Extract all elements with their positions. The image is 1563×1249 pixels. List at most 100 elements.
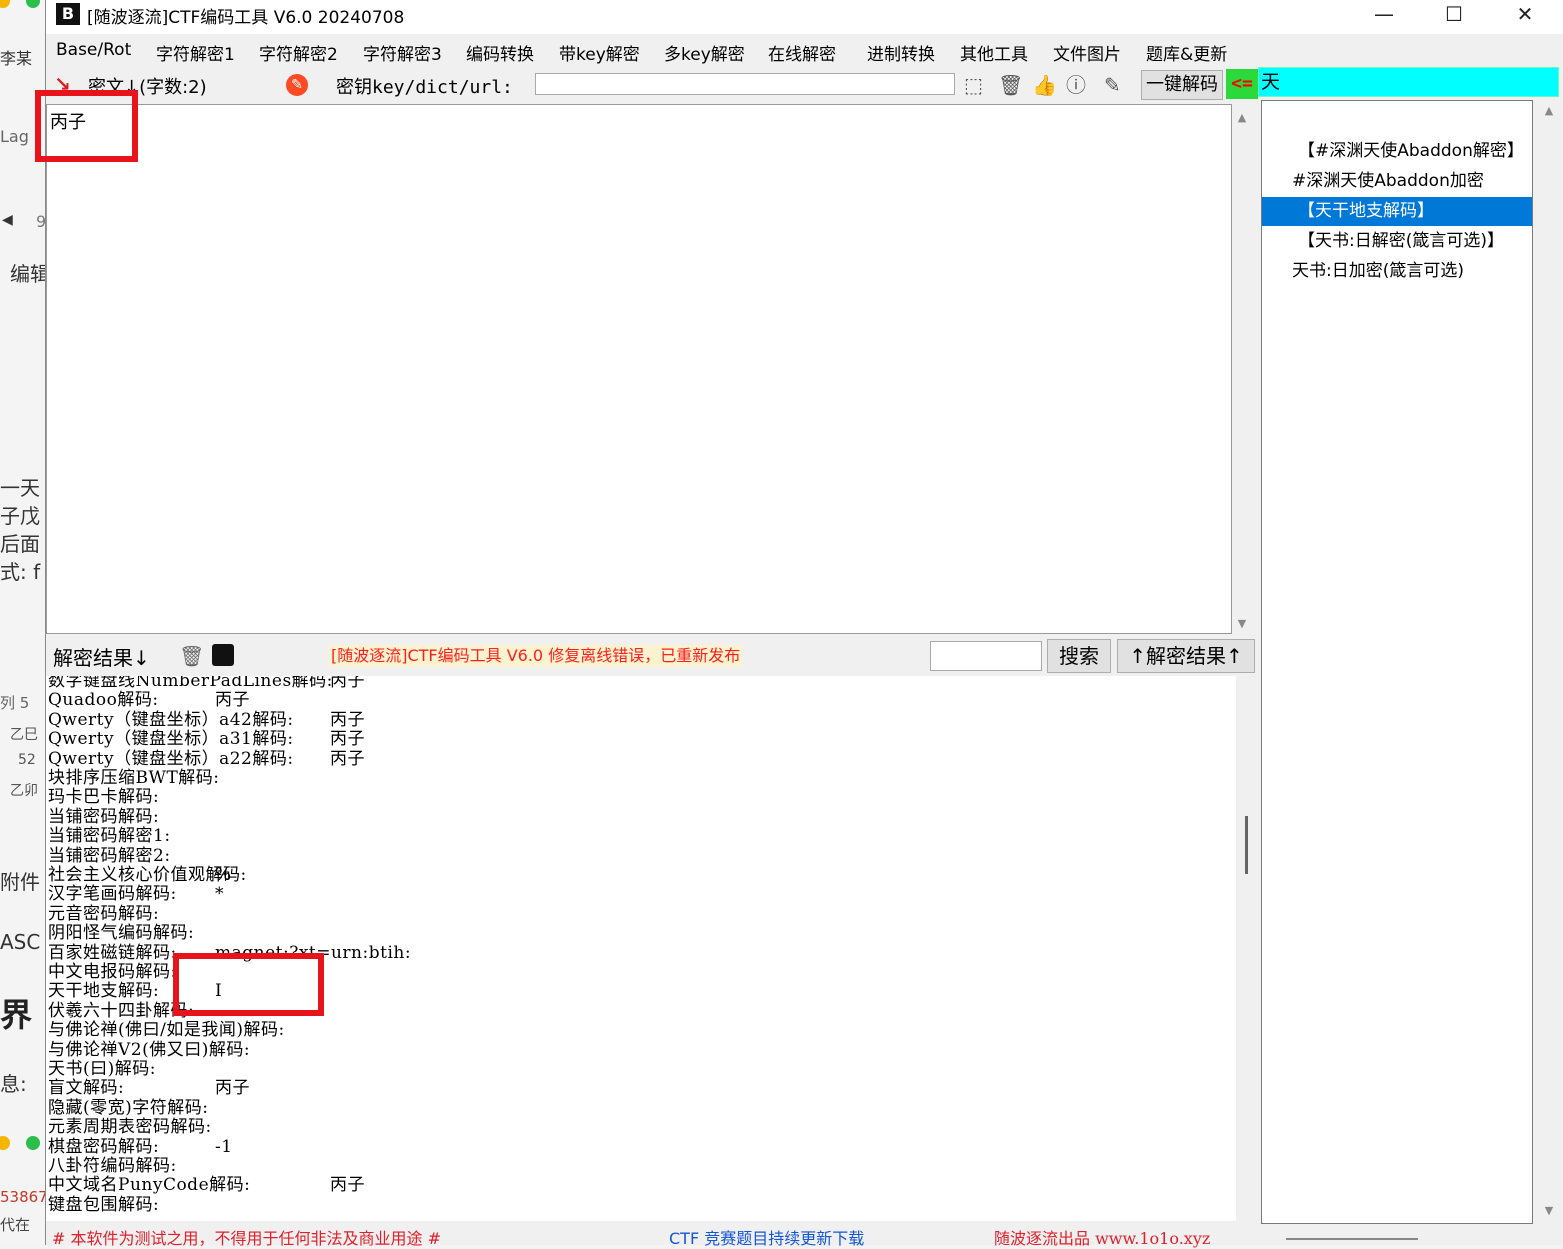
result-line: 玛卡巴卡解码: [48, 787, 159, 807]
list-scrollbar[interactable]: ▲ ▼ [1538, 100, 1560, 1224]
result-method-name: 中文域名PunyCode解码: [48, 1175, 251, 1196]
one-click-decode-button[interactable]: 一键解码 [1141, 70, 1223, 100]
menu-item-online-decrypt[interactable]: 在线解密 [768, 40, 836, 65]
hscroll-thumb[interactable] [1286, 1238, 1418, 1240]
traffic-light-icon [26, 1136, 40, 1150]
menu-item-char-decrypt-3[interactable]: 字符解密3 [363, 40, 442, 65]
key-label: 密钥key/dict/url: [336, 77, 513, 98]
scroll-up-icon[interactable]: ▲ [1235, 111, 1249, 124]
scroll-up-icon[interactable]: ▲ [1542, 104, 1556, 117]
help-icon[interactable]: ⓘ [1066, 74, 1086, 96]
result-line: 当铺密码解密1: [48, 826, 171, 846]
key-input[interactable] [535, 73, 955, 95]
scroll-thumb[interactable] [1245, 816, 1248, 874]
result-method-name: 当铺密码解码: [48, 806, 160, 827]
cursor-select-icon[interactable]: ⬚ [964, 74, 983, 96]
result-value: 丙子 [330, 729, 365, 750]
title-bar[interactable]: B [随波逐流]CTF编码工具 V6.0 20240708 — ☐ ✕ [46, 0, 1563, 34]
thumbs-up-icon[interactable]: 👍 [1032, 74, 1057, 96]
bg-text: 列 5 [0, 694, 30, 712]
copy-icon[interactable] [212, 644, 234, 666]
method-filter-input[interactable]: 天 [1258, 67, 1559, 97]
maximize-button[interactable]: ☐ [1424, 0, 1484, 30]
result-line: 汉字笔画码解码: * [48, 884, 224, 904]
traffic-light-icon [26, 0, 40, 8]
cipher-textarea[interactable]: 丙子 ▲ ▼ [46, 104, 1251, 635]
minimize-button[interactable]: — [1354, 0, 1414, 30]
menu-item-other-tools[interactable]: 其他工具 [960, 40, 1028, 65]
list-item-selected[interactable]: 【天干地支解码】 [1262, 197, 1532, 226]
main-window: B [随波逐流]CTF编码工具 V6.0 20240708 — ☐ ✕ Base… [35, 0, 1563, 1248]
bg-text: 编辑 [10, 262, 46, 286]
caret-left-icon: ◀ [2, 212, 13, 228]
background-window: 李某 Lag ◀ 9 编辑 一天 子戊 后面 式: f 列 5 乙巳 52 乙卯… [0, 0, 46, 1245]
list-item[interactable]: #深渊天使Abaddon加密 [1262, 167, 1532, 196]
bg-text: 乙巳 [10, 727, 38, 743]
result-value: 丙子 [330, 1175, 365, 1196]
result-line: 块排序压缩BWT解码: [48, 768, 220, 788]
search-input[interactable] [930, 641, 1042, 671]
close-button[interactable]: ✕ [1495, 0, 1555, 30]
status-disclaimer: # 本软件为测试之用，不得用于任何非法及商业用途 # [52, 1229, 441, 1248]
result-textarea[interactable]: 数字键盘线NumberPadLines解码: 丙子 Quadoo解码: 丙子 Qwert… [46, 676, 1236, 1221]
list-item[interactable]: 【天书:日解密(箴言可选)】 [1262, 227, 1532, 256]
cipher-scrollbar[interactable]: ▲ ▼ [1233, 105, 1251, 635]
result-line: Qwerty（键盘坐标）a22解码: 丙子 [48, 748, 365, 769]
menu-item-char-decrypt-2[interactable]: 字符解密2 [259, 40, 338, 65]
menu-item-encoding-convert[interactable]: 编码转换 [466, 40, 534, 65]
menu-item-multi-key-decrypt[interactable]: 多key解密 [664, 40, 745, 65]
result-value: * [215, 884, 224, 905]
result-up-button[interactable]: ↑解密结果↑ [1117, 639, 1255, 673]
result-method-name: 玛卡巴卡解码: [48, 787, 160, 808]
result-line: 数字键盘线NumberPadLines解码: 丙子 [48, 676, 365, 691]
result-line: 中文域名PunyCode解码: 丙子 [48, 1175, 365, 1196]
menu-item-base-rot[interactable]: Base/Rot [56, 40, 131, 60]
result-method-name: Qwerty（键盘坐标）a42解码: [48, 709, 294, 730]
result-method-name: Qwerty（键盘坐标）a22解码: [48, 748, 294, 769]
bg-text: 53867 [0, 1188, 46, 1206]
trash-icon[interactable]: 🗑 [179, 644, 204, 668]
menu-item-key-decrypt[interactable]: 带key解密 [559, 40, 640, 65]
bg-text: 息: [0, 1072, 27, 1096]
result-line: Qwerty（键盘坐标）a42解码: 丙子 [48, 709, 365, 730]
menu-item-file-image[interactable]: 文件图片 [1053, 40, 1121, 65]
result-line: 中文电报码解码: [48, 962, 177, 982]
result-method-name: 与佛论禅V2(佛又曰)解码: [48, 1039, 251, 1060]
result-line: 隐藏(零宽)字符解码: [48, 1098, 209, 1118]
result-line: 棋盘密码解码: -1 [48, 1137, 232, 1157]
menu-item-char-decrypt-1[interactable]: 字符解密1 [156, 40, 235, 65]
arrow-indicator: <= [1226, 69, 1258, 99]
status-author[interactable]: 随波逐流出品 www.1o1o.xyz [994, 1225, 1210, 1249]
list-item[interactable]: 【#深渊天使Abaddon解密】 [1262, 137, 1532, 166]
edit-icon[interactable]: ✎ [1104, 74, 1121, 96]
method-list[interactable]: 【#深渊天使Abaddon解密】 #深渊天使Abaddon加密 【天干地支解码】… [1261, 100, 1533, 1224]
menu-item-radix-convert[interactable]: 进制转换 [867, 40, 935, 65]
status-update-link[interactable]: CTF 竞赛题目持续更新下载 [669, 1225, 864, 1249]
result-method-name: Quadoo解码: [48, 690, 159, 711]
result-method-name: 元素周期表密码解码: [48, 1117, 212, 1138]
result-line: 八卦符编码解码: [48, 1156, 177, 1176]
result-label: 解密结果↓ [53, 646, 150, 670]
scroll-down-icon[interactable]: ▼ [1542, 1204, 1556, 1217]
bg-text: 式: f [0, 560, 41, 584]
result-method-name: 百家姓磁链解码: [48, 942, 177, 963]
result-bar: 解密结果↓ 🗑 [随波逐流]CTF编码工具 V6.0 修复离线错误，已重新发布 … [46, 636, 1256, 676]
result-method-name: Qwerty（键盘坐标）a31解码: [48, 729, 294, 750]
bg-text: 后面 [0, 532, 40, 556]
bg-text: 附件 [0, 870, 40, 894]
result-method-name: 阴阳怪气编码解码: [48, 923, 195, 944]
scroll-down-icon[interactable]: ▼ [1235, 617, 1249, 630]
result-method-name: 八卦符编码解码: [48, 1156, 177, 1176]
result-method-name: 当铺密码解密1: [48, 826, 171, 847]
result-scrollbar[interactable] [1236, 676, 1256, 1221]
result-method-name: 当铺密码解密2: [48, 845, 171, 866]
trash-icon[interactable]: 🗑 [998, 74, 1023, 96]
result-method-name: 键盘包围解码: [48, 1194, 160, 1215]
menu-item-library-update[interactable]: 题库&更新 [1146, 40, 1227, 65]
result-method-name: 块排序压缩BWT解码: [48, 768, 220, 788]
list-item[interactable]: 天书:日加密(箴言可选) [1262, 257, 1532, 286]
search-button[interactable]: 搜索 [1047, 639, 1111, 673]
eraser-icon[interactable]: ✎ [286, 74, 308, 96]
result-line: 与佛论禅(佛曰/如是我闻)解码: [48, 1020, 285, 1040]
result-line: 当铺密码解码: [48, 807, 159, 827]
